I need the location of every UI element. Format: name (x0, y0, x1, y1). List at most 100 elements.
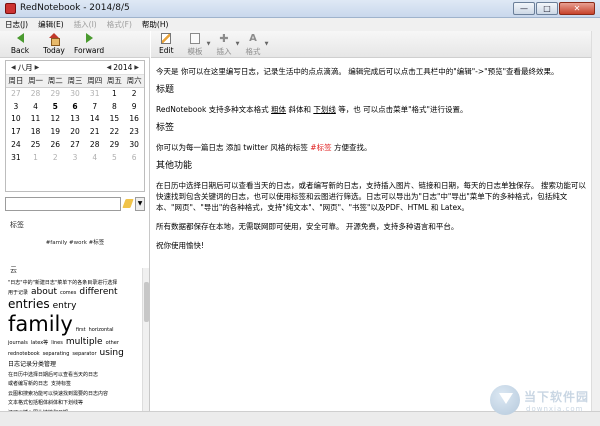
calendar-day[interactable]: 3 (6, 101, 26, 114)
calendar-day[interactable]: 8 (105, 101, 125, 114)
calendar-day[interactable]: 12 (45, 113, 65, 126)
cloud-word[interactable]: lines (51, 340, 63, 346)
template-button[interactable]: 模板 ▼ (188, 31, 211, 57)
calendar-day[interactable]: 15 (105, 113, 125, 126)
calendar-day[interactable]: 22 (105, 126, 125, 139)
calendar-day[interactable]: 2 (45, 152, 65, 165)
cloud-word[interactable]: other (106, 340, 119, 346)
calendar-day[interactable]: 10 (6, 113, 26, 126)
format-dropdown-icon[interactable]: ▼ (265, 41, 269, 47)
calendar-day[interactable]: 1 (26, 152, 46, 165)
tags-list[interactable]: #family #work #标签 (0, 238, 150, 246)
format-button[interactable]: A 格式 ▼ (246, 31, 269, 57)
calendar-day[interactable]: 13 (65, 113, 85, 126)
cloud-word[interactable]: family (8, 312, 73, 337)
prev-year-icon[interactable]: ◀ (105, 64, 114, 71)
clear-search-icon[interactable] (121, 197, 135, 211)
cloud-word[interactable]: journals (8, 340, 28, 346)
calendar-day[interactable]: 5 (45, 101, 65, 114)
calendar-day[interactable]: 24 (6, 139, 26, 152)
word-cloud: "日志"中的"新建日志"菜单下的各条目录进行选择用于记录 about comes di… (8, 277, 136, 426)
calendar-day[interactable]: 25 (26, 139, 46, 152)
menu-insert[interactable]: 插入(I) (74, 18, 97, 31)
close-button[interactable]: ✕ (559, 2, 595, 15)
cloud-word[interactable]: horizontal (89, 327, 114, 333)
calendar-day[interactable]: 20 (65, 126, 85, 139)
today-button[interactable]: Today (40, 31, 68, 57)
next-month-icon[interactable]: ▶ (33, 64, 42, 71)
cloud-word[interactable]: about (31, 287, 57, 298)
cloud-word[interactable]: "日志"中的"新建日志"菜单下的各条目录进行选择 (8, 280, 117, 286)
menu-journal[interactable]: 日志(J) (5, 18, 28, 31)
calendar-day[interactable]: 28 (26, 88, 46, 101)
calendar-day[interactable]: 18 (26, 126, 46, 139)
insert-button[interactable]: ✚ 插入 ▼ (217, 31, 240, 57)
calendar-day[interactable]: 1 (105, 88, 125, 101)
cloud-word[interactable]: using (100, 348, 124, 359)
calendar-day[interactable]: 17 (6, 126, 26, 139)
editor-content[interactable]: 今天是 你可以在这里编写日志，记录生活中的点点滴滴。 编辑完成后可以点击工具栏中… (156, 66, 588, 259)
prev-month-icon[interactable]: ◀ (9, 64, 18, 71)
next-year-icon[interactable]: ▶ (132, 64, 141, 71)
calendar-day[interactable]: 9 (124, 101, 144, 114)
editor-toolbar: Edit 模板 ▼ ✚ 插入 ▼ A 格式 ▼ (151, 31, 600, 58)
template-dropdown-icon[interactable]: ▼ (207, 41, 211, 47)
calendar-day[interactable]: 4 (26, 101, 46, 114)
calendar-day[interactable]: 4 (85, 152, 105, 165)
cloud-word[interactable]: 在日历中选择日期后可以查看当天的日志 (8, 372, 98, 378)
editor-scrollbar[interactable] (591, 31, 600, 411)
cloud-word[interactable]: 或者编写新的日志 (8, 381, 48, 387)
cloud-scrollbar-thumb[interactable] (144, 282, 149, 322)
cloud-word[interactable]: 文本格式包括粗体斜体和下划线等 (8, 400, 83, 406)
calendar-day[interactable]: 30 (124, 139, 144, 152)
cloud-word[interactable]: different (79, 287, 117, 298)
menu-edit[interactable]: 编辑(E) (38, 18, 64, 31)
calendar-day[interactable]: 14 (85, 113, 105, 126)
cloud-word[interactable]: separating (43, 351, 70, 357)
calendar-day[interactable]: 29 (45, 88, 65, 101)
calendar-day[interactable]: 27 (6, 88, 26, 101)
search-input[interactable] (5, 197, 121, 211)
calendar-day[interactable]: 7 (85, 101, 105, 114)
cloud-word[interactable]: multiple (66, 337, 103, 348)
calendar-day[interactable]: 31 (85, 88, 105, 101)
cloud-word[interactable]: first (76, 327, 86, 333)
calendar-day[interactable]: 19 (45, 126, 65, 139)
insert-dropdown-icon[interactable]: ▼ (236, 41, 240, 47)
cloud-word[interactable]: rednotebook (8, 351, 40, 357)
edit-button[interactable]: Edit (159, 31, 174, 57)
calendar-day[interactable]: 29 (105, 139, 125, 152)
cloud-word[interactable]: entry (53, 301, 77, 312)
calendar-day[interactable]: 5 (105, 152, 125, 165)
forward-button[interactable]: Forward (74, 31, 104, 57)
menu-format[interactable]: 格式(F) (107, 18, 132, 31)
cloud-word[interactable]: 用于记录 (8, 290, 28, 296)
maximize-button[interactable]: □ (536, 2, 558, 15)
calendar-day[interactable]: 30 (65, 88, 85, 101)
calendar-day[interactable]: 28 (85, 139, 105, 152)
calendar-day[interactable]: 6 (124, 152, 144, 165)
calendar-day[interactable]: 3 (65, 152, 85, 165)
calendar-day[interactable]: 6 (65, 101, 85, 114)
cloud-word[interactable]: latex等 (31, 340, 48, 346)
cloud-word[interactable]: 支持标签 (51, 381, 71, 387)
cloud-word[interactable]: 云图和搜索功能可以快速找到需要的日志内容 (8, 391, 108, 397)
calendar-day[interactable]: 16 (124, 113, 144, 126)
calendar-day[interactable]: 11 (26, 113, 46, 126)
calendar-day[interactable]: 23 (124, 126, 144, 139)
minimize-button[interactable]: — (513, 2, 535, 15)
search-dropdown-button[interactable]: ▼ (135, 197, 145, 211)
calendar-grid: 周日 周一 周二 周三 周四 周五 周六 27 28 29 30 31 1 2 3 4 5 6 7 8 9 10 11 12 1… (6, 75, 144, 165)
calendar-day[interactable]: 31 (6, 152, 26, 165)
menu-help[interactable]: 帮助(H) (142, 18, 169, 31)
calendar-day[interactable]: 27 (65, 139, 85, 152)
cloud-word[interactable]: separator (72, 351, 96, 357)
cloud-scrollbar[interactable] (142, 268, 149, 426)
cloud-word[interactable]: entries (8, 297, 50, 311)
back-button[interactable]: Back (6, 31, 34, 57)
calendar-day[interactable]: 21 (85, 126, 105, 139)
calendar-day[interactable]: 2 (124, 88, 144, 101)
cloud-word[interactable]: comes (60, 290, 76, 296)
calendar-day[interactable]: 26 (45, 139, 65, 152)
cloud-word[interactable]: 日志记录分类管理 (8, 361, 56, 368)
